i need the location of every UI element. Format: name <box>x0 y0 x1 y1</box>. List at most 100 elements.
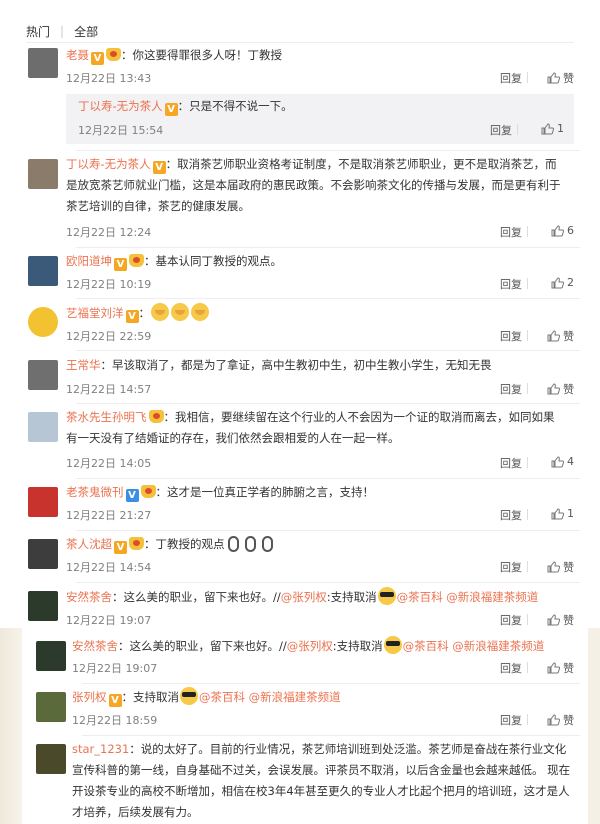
reply-button[interactable]: 回复 <box>500 276 522 292</box>
mention-link[interactable]: @茶百科 <box>397 590 443 604</box>
mention-link[interactable]: @张列权 <box>281 590 327 604</box>
like-button[interactable]: 赞 <box>547 712 574 728</box>
timestamp: 12月22日 19:07 <box>66 614 152 627</box>
like-button[interactable]: 6 <box>551 224 574 237</box>
thumbs-up-icon <box>547 614 560 626</box>
mention-link[interactable]: @茶百科 <box>403 639 449 653</box>
user-name[interactable]: 欧阳道坤 <box>66 254 112 268</box>
comment-text: 茶人沈超 V ：丁教授的观点 <box>66 534 276 555</box>
reply-button[interactable]: 回复 <box>500 612 522 628</box>
like-button[interactable]: 赞 <box>547 559 574 575</box>
reply-button[interactable]: 回复 <box>500 660 522 676</box>
microphone-icon <box>261 536 273 552</box>
comment-text: 艺福堂刘洋 V： <box>66 303 210 324</box>
avatar[interactable] <box>28 591 58 621</box>
avatar[interactable] <box>28 412 58 442</box>
user-name[interactable]: 老茶鬼微刊 <box>66 485 124 499</box>
mention-link[interactable]: @新浪福建茶频道 <box>249 690 341 704</box>
reply-button[interactable]: 回复 <box>500 70 522 86</box>
comment-content: 宣传科普的第一线，自身基础不过关，会误发展。评茶员不取消，以后含金量也会越来越低… <box>72 763 571 777</box>
divider <box>82 735 580 736</box>
medal-icon <box>148 410 164 423</box>
comment-text: 欧阳道坤 V ：基本认同丁教授的观点。 <box>66 251 282 272</box>
user-name[interactable]: 茶水先生孙明飞 <box>66 410 147 424</box>
avatar[interactable] <box>28 159 58 189</box>
reply-button[interactable]: 回复 <box>500 224 522 240</box>
avatar[interactable] <box>28 487 58 517</box>
user-name[interactable]: 丁以寿-无为茶人 <box>78 99 163 113</box>
emoji-icon <box>151 303 169 321</box>
avatar[interactable] <box>28 539 58 569</box>
reply-button[interactable]: 回复 <box>500 712 522 728</box>
like-button[interactable]: 赞 <box>547 660 574 676</box>
comment-content: ：支持取消 <box>121 690 180 704</box>
separator <box>527 561 528 572</box>
user-name[interactable]: 茶人沈超 <box>66 537 112 551</box>
reply-button[interactable]: 回复 <box>500 455 522 471</box>
divider <box>76 247 580 248</box>
comment-meta: 12月22日 12:24 回复 6 <box>66 224 580 240</box>
like-button[interactable]: 赞 <box>547 612 574 628</box>
comment-meta: 12月22日 14:05 回复 4 <box>66 455 580 471</box>
timestamp: 12月22日 14:57 <box>66 383 152 396</box>
like-button[interactable]: 1 <box>551 507 574 520</box>
reply-button[interactable]: 回复 <box>500 559 522 575</box>
comment-meta: 12月22日 18:59 回复 赞 <box>72 712 580 728</box>
user-name[interactable]: star_1231 <box>72 742 129 756</box>
user-name[interactable]: 艺福堂刘洋 <box>66 306 124 320</box>
emoji-icon <box>191 303 209 321</box>
timestamp: 12月22日 12:24 <box>66 226 152 239</box>
verified-icon: V <box>164 103 178 116</box>
reply-button[interactable]: 回复 <box>490 122 512 138</box>
mention-link[interactable]: @新浪福建茶频道 <box>446 590 538 604</box>
comment-content: ：这么美的职业，留下来也好。// <box>118 639 287 653</box>
tab-hot[interactable]: 热门 <box>26 23 50 40</box>
mention-link[interactable]: @张列权 <box>287 639 333 653</box>
avatar[interactable] <box>36 744 66 774</box>
user-name[interactable]: 王常华 <box>66 358 101 372</box>
comment-text: 老茶鬼微刊 V ：这才是一位真正学者的肺腑之言，支持！ <box>66 482 374 503</box>
avatar[interactable] <box>28 360 58 390</box>
like-button[interactable]: 赞 <box>547 70 574 86</box>
like-count: 赞 <box>563 72 574 85</box>
mention-link[interactable]: @茶百科 <box>199 690 245 704</box>
like-button[interactable]: 1 <box>541 122 564 135</box>
thumbs-up-icon <box>547 714 560 726</box>
user-name[interactable]: 丁以寿-无为茶人 <box>66 157 151 171</box>
thumbs-up-icon <box>541 122 554 135</box>
reply-button[interactable]: 回复 <box>500 381 522 397</box>
comment-text: star_1231：说的太好了。目前的行业情况，茶艺师培训班到处泛滥。茶艺师是奋… <box>72 739 584 823</box>
thumbs-up-icon <box>551 507 564 520</box>
user-name[interactable]: 安然茶舍 <box>66 590 112 604</box>
avatar[interactable] <box>28 256 58 286</box>
avatar[interactable] <box>28 307 58 337</box>
reply-button[interactable]: 回复 <box>500 328 522 344</box>
user-name[interactable]: 张列权 <box>72 690 107 704</box>
medal-icon <box>140 485 156 498</box>
microphone-icon <box>244 536 256 552</box>
comment-content: :支持取消 <box>332 639 383 653</box>
like-button[interactable]: 赞 <box>547 381 574 397</box>
tab-all[interactable]: 全部 <box>74 23 98 40</box>
comment-content: ：我相信，要继续留在这个行业的人不会因为一个证的取消而离去，如同如果 <box>163 410 555 424</box>
reply-button[interactable]: 回复 <box>500 507 522 523</box>
user-name[interactable]: 老聂 <box>66 48 89 62</box>
verified-icon: V <box>152 161 166 174</box>
user-name[interactable]: 安然茶舍 <box>72 639 118 653</box>
like-count: 4 <box>567 455 574 468</box>
medal-icon <box>129 537 144 550</box>
avatar[interactable] <box>28 48 58 78</box>
divider <box>26 42 574 43</box>
comment-meta: 12月22日 15:54 回复 1 <box>78 122 570 138</box>
timestamp: 12月22日 14:54 <box>66 561 152 574</box>
comment-panel: 热门 | 全部 老聂 V ：你这要得罪很多人呀！丁教授 12月22日 13:43 回… <box>0 0 600 824</box>
mention-link[interactable]: @新浪福建茶频道 <box>452 639 544 653</box>
like-button[interactable]: 2 <box>551 276 574 289</box>
like-button[interactable]: 赞 <box>547 328 574 344</box>
like-count: 2 <box>567 276 574 289</box>
avatar[interactable] <box>36 692 66 722</box>
like-button[interactable]: 4 <box>551 455 574 468</box>
avatar[interactable] <box>36 641 66 671</box>
comment-content: ：这才是一位真正学者的肺腑之言，支持！ <box>155 485 375 499</box>
thumbs-up-icon <box>547 662 560 674</box>
